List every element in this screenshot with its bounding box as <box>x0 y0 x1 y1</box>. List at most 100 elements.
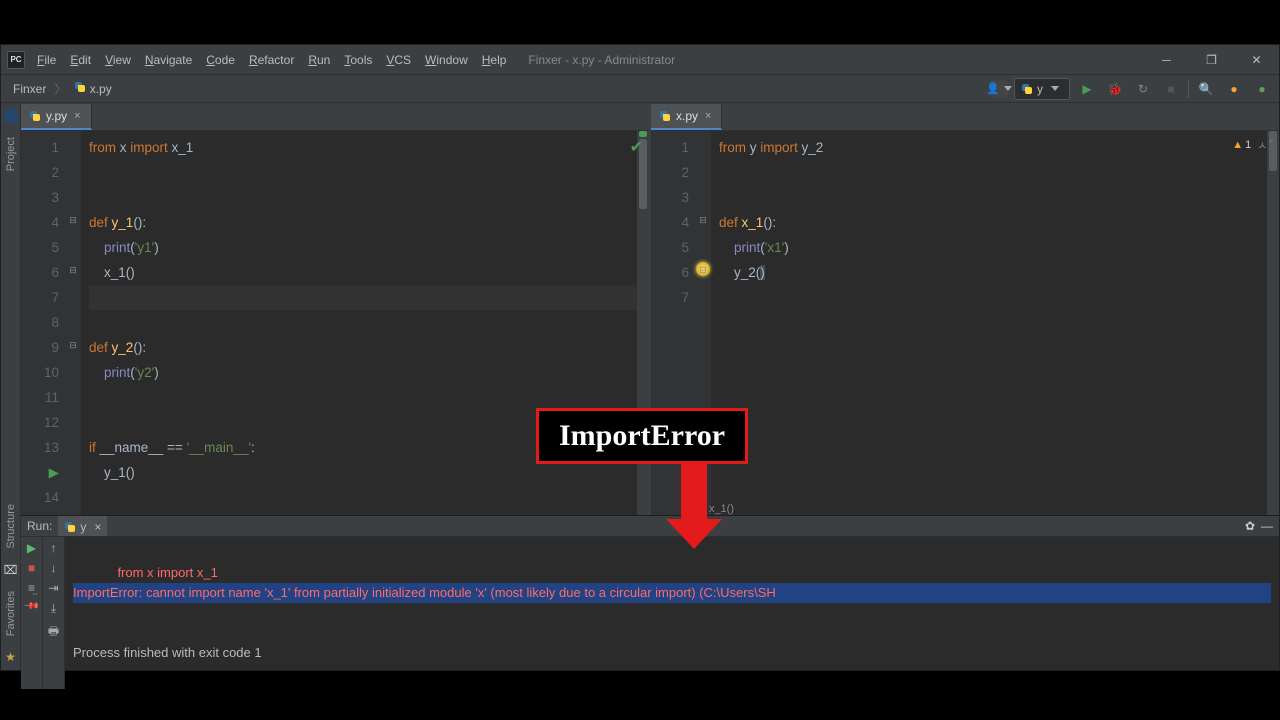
menu-refactor[interactable]: Refactor <box>243 49 300 71</box>
run-side-toolbar-2: ↑ ↓ ⇥ ⤓ 🖶 <box>43 537 65 689</box>
run-label: Run: <box>27 519 52 533</box>
run-header: Run: y × ✿ — <box>21 516 1279 537</box>
run-output[interactable]: from x import x_1 ImportError: cannot im… <box>65 537 1279 689</box>
run-with-coverage-button[interactable]: ↻ <box>1132 78 1154 100</box>
fold-handle[interactable]: ⊟ <box>68 215 78 225</box>
left-tool-stripe: Project Structure ⌧ Favorites ★ <box>1 103 21 670</box>
fold-handle[interactable]: ⊟ <box>68 340 78 350</box>
project-tool-icon[interactable] <box>4 109 18 123</box>
code-line[interactable]: print('y2') <box>89 360 637 385</box>
code-line[interactable] <box>89 485 637 510</box>
code-line[interactable] <box>89 185 637 210</box>
nav-bar: Finxer 〉 x.py 👤 y ▶ 🐞 ↻ ■ 🔍 ● ● <box>1 75 1279 103</box>
code-line[interactable]: def y_2(): <box>89 335 637 360</box>
annotation-arrow-icon <box>666 461 722 549</box>
fold-handle[interactable]: ⊟ <box>698 215 708 225</box>
code-line[interactable]: x_1() <box>89 260 637 285</box>
editor-scrollbar[interactable] <box>1267 131 1279 515</box>
scroll-to-end-button[interactable]: ⤓ <box>51 601 56 616</box>
run-gutter-icon[interactable]: ▶ <box>21 460 59 485</box>
close-tab-icon[interactable]: × <box>72 110 82 122</box>
ide-window: PC FileEditViewNavigateCodeRefactorRunTo… <box>0 44 1280 671</box>
menu-view[interactable]: View <box>99 49 137 71</box>
menu-help[interactable]: Help <box>476 49 513 71</box>
code-line[interactable] <box>89 285 637 310</box>
breadcrumb-project[interactable]: Finxer <box>7 80 52 98</box>
run-config-selector[interactable]: y <box>1014 78 1070 100</box>
menu-code[interactable]: Code <box>200 49 241 71</box>
code-line[interactable]: from y import y_2 <box>719 135 1267 160</box>
debug-button[interactable]: 🐞 <box>1104 78 1126 100</box>
title-bar: PC FileEditViewNavigateCodeRefactorRunTo… <box>1 45 1279 75</box>
analysis-ok-icon[interactable]: ✔ <box>630 137 643 157</box>
code-line[interactable]: print('x1') <box>719 235 1267 260</box>
print-button[interactable]: 🖶 <box>48 622 59 643</box>
menu-edit[interactable]: Edit <box>64 49 97 71</box>
menu-vcs[interactable]: VCS <box>380 49 417 71</box>
code-line[interactable]: y_2() <box>719 260 1267 285</box>
tab-label: y.py <box>46 109 67 123</box>
structure-tool-button[interactable]: Structure <box>5 496 17 557</box>
user-icon[interactable]: 👤 <box>990 80 1008 98</box>
structure-tool-icon[interactable]: ⌧ <box>4 563 18 577</box>
traceback-line[interactable]: from x import x_1 <box>73 565 218 580</box>
soft-wrap-button[interactable]: ⇥ <box>48 581 58 595</box>
code-line[interactable] <box>89 310 637 335</box>
run-config-label: y <box>1037 82 1043 96</box>
menu-tools[interactable]: Tools <box>338 49 378 71</box>
ide-settings-icon[interactable]: ● <box>1223 78 1245 100</box>
main-menu: FileEditViewNavigateCodeRefactorRunTools… <box>31 49 512 71</box>
python-file-icon <box>74 81 86 93</box>
code-line[interactable] <box>89 385 637 410</box>
fold-handle[interactable]: ⊟ <box>698 265 708 275</box>
rerun-button[interactable]: ▶ <box>27 541 36 555</box>
code-line[interactable] <box>89 160 637 185</box>
maximize-button[interactable]: ❐ <box>1189 45 1234 75</box>
code-line[interactable]: print('y1') <box>89 235 637 260</box>
error-line[interactable]: ImportError: cannot import name 'x_1' fr… <box>73 583 1271 603</box>
menu-file[interactable]: File <box>31 49 62 71</box>
tab-bar-right: x.py × <box>651 103 1279 131</box>
code-line[interactable]: def x_1(): <box>719 210 1267 235</box>
tab-x-py[interactable]: x.py × <box>651 104 722 130</box>
layout-button[interactable]: ≡̤ <box>28 581 35 595</box>
minimize-button[interactable]: ─ <box>1144 45 1189 75</box>
down-stack-button[interactable]: ↓ <box>51 561 57 575</box>
close-tab-icon[interactable]: × <box>703 110 713 122</box>
process-finished-line: Process finished with exit code 1 <box>73 645 262 660</box>
code-line[interactable] <box>719 185 1267 210</box>
run-tab[interactable]: y × <box>58 516 107 536</box>
analysis-warning-indicator[interactable]: ▲1 ㅅˇ <box>1232 137 1273 153</box>
annotation-label: ImportError <box>536 408 748 464</box>
tab-label: x.py <box>676 109 698 123</box>
search-everywhere-button[interactable]: 🔍 <box>1195 78 1217 100</box>
code-line[interactable]: from x import x_1 <box>89 135 637 160</box>
menu-navigate[interactable]: Navigate <box>139 49 198 71</box>
favorites-tool-button[interactable]: Favorites <box>5 583 17 644</box>
code-line[interactable] <box>719 160 1267 185</box>
python-file-icon <box>29 110 41 122</box>
favorites-tool-icon[interactable]: ★ <box>4 650 18 664</box>
menu-window[interactable]: Window <box>419 49 474 71</box>
fold-handle[interactable]: ⊟ <box>68 265 78 275</box>
close-button[interactable]: ✕ <box>1234 45 1279 75</box>
close-run-tab-icon[interactable]: × <box>94 520 101 534</box>
ide-update-icon[interactable]: ● <box>1251 78 1273 100</box>
stop-run-button[interactable]: ■ <box>28 561 35 575</box>
code-line[interactable]: def y_1(): <box>89 210 637 235</box>
python-file-icon <box>659 110 671 122</box>
code-line[interactable] <box>719 285 1267 310</box>
pin-button[interactable]: 📌 <box>23 598 40 615</box>
project-tool-button[interactable]: Project <box>5 129 17 179</box>
up-stack-button[interactable]: ↑ <box>51 541 57 555</box>
run-button[interactable]: ▶ <box>1076 78 1098 100</box>
run-hide-icon[interactable]: — <box>1261 519 1273 533</box>
breadcrumb-file[interactable]: x.py <box>68 79 117 98</box>
menu-run[interactable]: Run <box>302 49 336 71</box>
run-settings-icon[interactable]: ✿ <box>1245 519 1255 533</box>
breadcrumb-file-label: x.py <box>90 82 112 96</box>
stop-button[interactable]: ■ <box>1160 78 1182 100</box>
tab-y-py[interactable]: y.py × <box>21 104 92 130</box>
chevron-down-icon <box>1051 86 1059 91</box>
python-file-icon <box>1021 83 1033 95</box>
